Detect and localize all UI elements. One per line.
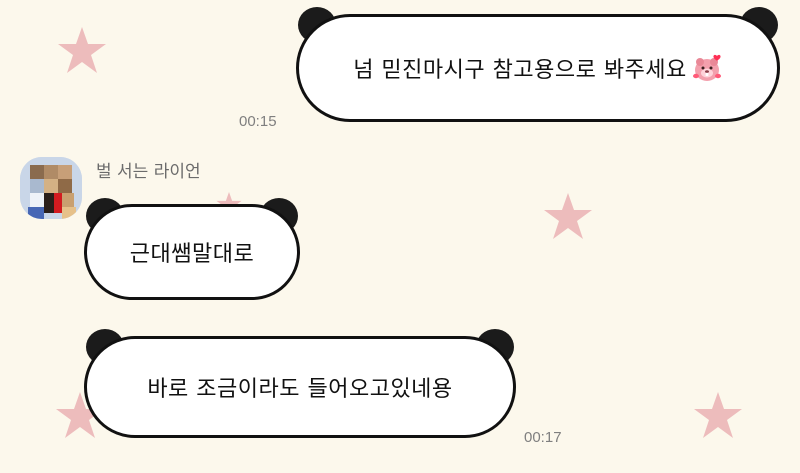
- pink-beaver-emoji: [692, 54, 721, 81]
- sender-name: 벌 서는 라이언: [96, 162, 201, 182]
- message-timestamp: 00:15: [239, 113, 277, 130]
- message-timestamp: 00:17: [524, 429, 562, 446]
- message-text: 바로 조금이라도 들어오고있네용: [147, 377, 453, 402]
- message-incoming[interactable]: 근대쌤말대로: [84, 198, 300, 300]
- message-incoming[interactable]: 바로 조금이라도 들어오고있네용: [84, 329, 516, 438]
- message-bubble: 근대쌤말대로: [84, 204, 300, 300]
- avatar[interactable]: [20, 157, 82, 219]
- message-bubble: 바로 조금이라도 들어오고있네용: [84, 336, 516, 438]
- star-icon: [58, 27, 106, 73]
- message-outgoing[interactable]: 넘 믿진마시구 참고용으로 봐주세요: [296, 7, 780, 122]
- message-bubble: 넘 믿진마시구 참고용으로 봐주세요: [296, 14, 780, 122]
- message-text: 근대쌤말대로: [129, 242, 255, 267]
- star-icon: [544, 193, 592, 239]
- message-text: 넘 믿진마시구 참고용으로 봐주세요: [353, 58, 687, 83]
- star-icon: [694, 392, 742, 438]
